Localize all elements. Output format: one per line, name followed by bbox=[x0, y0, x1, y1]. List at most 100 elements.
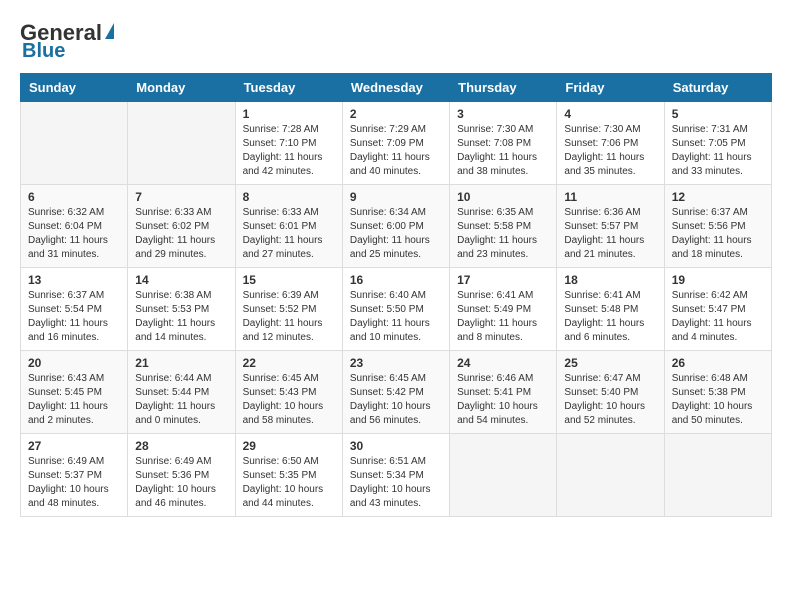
day-info: Sunrise: 7:30 AMSunset: 7:08 PMDaylight:… bbox=[457, 123, 549, 179]
weekday-header-row: SundayMondayTuesdayWednesdayThursdayFrid… bbox=[21, 74, 772, 102]
day-cell: 14 Sunrise: 6:38 AMSunset: 5:53 PMDaylig… bbox=[128, 268, 235, 351]
day-info: Sunrise: 6:34 AMSunset: 6:00 PMDaylight:… bbox=[350, 206, 442, 262]
day-cell: 27 Sunrise: 6:49 AMSunset: 5:37 PMDaylig… bbox=[21, 434, 128, 517]
day-cell: 20 Sunrise: 6:43 AMSunset: 5:45 PMDaylig… bbox=[21, 351, 128, 434]
day-info: Sunrise: 6:51 AMSunset: 5:34 PMDaylight:… bbox=[350, 455, 442, 511]
day-number: 14 bbox=[135, 273, 227, 287]
day-cell: 26 Sunrise: 6:48 AMSunset: 5:38 PMDaylig… bbox=[664, 351, 771, 434]
day-cell bbox=[557, 434, 664, 517]
day-number: 25 bbox=[564, 356, 656, 370]
day-number: 1 bbox=[243, 107, 335, 121]
day-number: 15 bbox=[243, 273, 335, 287]
day-info: Sunrise: 6:33 AMSunset: 6:02 PMDaylight:… bbox=[135, 206, 227, 262]
day-info: Sunrise: 6:49 AMSunset: 5:36 PMDaylight:… bbox=[135, 455, 227, 511]
day-number: 29 bbox=[243, 439, 335, 453]
day-number: 2 bbox=[350, 107, 442, 121]
day-info: Sunrise: 6:38 AMSunset: 5:53 PMDaylight:… bbox=[135, 289, 227, 345]
day-cell: 1 Sunrise: 7:28 AMSunset: 7:10 PMDayligh… bbox=[235, 102, 342, 185]
day-info: Sunrise: 7:31 AMSunset: 7:05 PMDaylight:… bbox=[672, 123, 764, 179]
day-info: Sunrise: 6:41 AMSunset: 5:48 PMDaylight:… bbox=[564, 289, 656, 345]
day-number: 26 bbox=[672, 356, 764, 370]
day-cell: 29 Sunrise: 6:50 AMSunset: 5:35 PMDaylig… bbox=[235, 434, 342, 517]
day-cell: 6 Sunrise: 6:32 AMSunset: 6:04 PMDayligh… bbox=[21, 185, 128, 268]
week-row-5: 27 Sunrise: 6:49 AMSunset: 5:37 PMDaylig… bbox=[21, 434, 772, 517]
day-info: Sunrise: 6:39 AMSunset: 5:52 PMDaylight:… bbox=[243, 289, 335, 345]
day-info: Sunrise: 6:45 AMSunset: 5:43 PMDaylight:… bbox=[243, 372, 335, 428]
day-info: Sunrise: 6:47 AMSunset: 5:40 PMDaylight:… bbox=[564, 372, 656, 428]
day-cell: 7 Sunrise: 6:33 AMSunset: 6:02 PMDayligh… bbox=[128, 185, 235, 268]
week-row-2: 6 Sunrise: 6:32 AMSunset: 6:04 PMDayligh… bbox=[21, 185, 772, 268]
day-cell: 11 Sunrise: 6:36 AMSunset: 5:57 PMDaylig… bbox=[557, 185, 664, 268]
day-number: 23 bbox=[350, 356, 442, 370]
day-number: 8 bbox=[243, 190, 335, 204]
day-number: 10 bbox=[457, 190, 549, 204]
week-row-3: 13 Sunrise: 6:37 AMSunset: 5:54 PMDaylig… bbox=[21, 268, 772, 351]
day-cell: 10 Sunrise: 6:35 AMSunset: 5:58 PMDaylig… bbox=[450, 185, 557, 268]
week-row-1: 1 Sunrise: 7:28 AMSunset: 7:10 PMDayligh… bbox=[21, 102, 772, 185]
day-cell: 22 Sunrise: 6:45 AMSunset: 5:43 PMDaylig… bbox=[235, 351, 342, 434]
day-cell bbox=[21, 102, 128, 185]
day-cell: 23 Sunrise: 6:45 AMSunset: 5:42 PMDaylig… bbox=[342, 351, 449, 434]
calendar-table: SundayMondayTuesdayWednesdayThursdayFrid… bbox=[20, 73, 772, 517]
day-info: Sunrise: 7:30 AMSunset: 7:06 PMDaylight:… bbox=[564, 123, 656, 179]
day-info: Sunrise: 6:41 AMSunset: 5:49 PMDaylight:… bbox=[457, 289, 549, 345]
day-cell: 4 Sunrise: 7:30 AMSunset: 7:06 PMDayligh… bbox=[557, 102, 664, 185]
weekday-header-tuesday: Tuesday bbox=[235, 74, 342, 102]
day-info: Sunrise: 6:50 AMSunset: 5:35 PMDaylight:… bbox=[243, 455, 335, 511]
day-info: Sunrise: 6:33 AMSunset: 6:01 PMDaylight:… bbox=[243, 206, 335, 262]
day-number: 13 bbox=[28, 273, 120, 287]
day-info: Sunrise: 6:42 AMSunset: 5:47 PMDaylight:… bbox=[672, 289, 764, 345]
day-number: 7 bbox=[135, 190, 227, 204]
day-cell: 19 Sunrise: 6:42 AMSunset: 5:47 PMDaylig… bbox=[664, 268, 771, 351]
day-cell: 21 Sunrise: 6:44 AMSunset: 5:44 PMDaylig… bbox=[128, 351, 235, 434]
day-info: Sunrise: 6:44 AMSunset: 5:44 PMDaylight:… bbox=[135, 372, 227, 428]
day-cell bbox=[128, 102, 235, 185]
day-number: 6 bbox=[28, 190, 120, 204]
day-number: 3 bbox=[457, 107, 549, 121]
day-number: 4 bbox=[564, 107, 656, 121]
day-info: Sunrise: 6:32 AMSunset: 6:04 PMDaylight:… bbox=[28, 206, 120, 262]
day-number: 30 bbox=[350, 439, 442, 453]
day-number: 28 bbox=[135, 439, 227, 453]
day-cell: 2 Sunrise: 7:29 AMSunset: 7:09 PMDayligh… bbox=[342, 102, 449, 185]
weekday-header-monday: Monday bbox=[128, 74, 235, 102]
day-number: 16 bbox=[350, 273, 442, 287]
day-cell: 24 Sunrise: 6:46 AMSunset: 5:41 PMDaylig… bbox=[450, 351, 557, 434]
day-number: 11 bbox=[564, 190, 656, 204]
day-info: Sunrise: 7:28 AMSunset: 7:10 PMDaylight:… bbox=[243, 123, 335, 179]
page-header: General Blue bbox=[20, 20, 772, 63]
logo-blue: Blue bbox=[22, 40, 65, 63]
day-number: 19 bbox=[672, 273, 764, 287]
day-number: 5 bbox=[672, 107, 764, 121]
day-number: 20 bbox=[28, 356, 120, 370]
day-cell: 3 Sunrise: 7:30 AMSunset: 7:08 PMDayligh… bbox=[450, 102, 557, 185]
day-info: Sunrise: 6:48 AMSunset: 5:38 PMDaylight:… bbox=[672, 372, 764, 428]
day-info: Sunrise: 6:35 AMSunset: 5:58 PMDaylight:… bbox=[457, 206, 549, 262]
logo: General Blue bbox=[20, 20, 114, 63]
weekday-header-sunday: Sunday bbox=[21, 74, 128, 102]
weekday-header-thursday: Thursday bbox=[450, 74, 557, 102]
day-info: Sunrise: 6:45 AMSunset: 5:42 PMDaylight:… bbox=[350, 372, 442, 428]
day-number: 18 bbox=[564, 273, 656, 287]
week-row-4: 20 Sunrise: 6:43 AMSunset: 5:45 PMDaylig… bbox=[21, 351, 772, 434]
day-cell: 30 Sunrise: 6:51 AMSunset: 5:34 PMDaylig… bbox=[342, 434, 449, 517]
day-cell: 17 Sunrise: 6:41 AMSunset: 5:49 PMDaylig… bbox=[450, 268, 557, 351]
weekday-header-wednesday: Wednesday bbox=[342, 74, 449, 102]
day-info: Sunrise: 6:43 AMSunset: 5:45 PMDaylight:… bbox=[28, 372, 120, 428]
day-number: 9 bbox=[350, 190, 442, 204]
day-cell bbox=[450, 434, 557, 517]
day-cell: 12 Sunrise: 6:37 AMSunset: 5:56 PMDaylig… bbox=[664, 185, 771, 268]
weekday-header-friday: Friday bbox=[557, 74, 664, 102]
day-cell: 13 Sunrise: 6:37 AMSunset: 5:54 PMDaylig… bbox=[21, 268, 128, 351]
day-info: Sunrise: 6:49 AMSunset: 5:37 PMDaylight:… bbox=[28, 455, 120, 511]
day-cell: 15 Sunrise: 6:39 AMSunset: 5:52 PMDaylig… bbox=[235, 268, 342, 351]
day-number: 22 bbox=[243, 356, 335, 370]
day-cell bbox=[664, 434, 771, 517]
day-info: Sunrise: 7:29 AMSunset: 7:09 PMDaylight:… bbox=[350, 123, 442, 179]
day-cell: 5 Sunrise: 7:31 AMSunset: 7:05 PMDayligh… bbox=[664, 102, 771, 185]
day-number: 17 bbox=[457, 273, 549, 287]
day-cell: 18 Sunrise: 6:41 AMSunset: 5:48 PMDaylig… bbox=[557, 268, 664, 351]
day-number: 27 bbox=[28, 439, 120, 453]
day-cell: 16 Sunrise: 6:40 AMSunset: 5:50 PMDaylig… bbox=[342, 268, 449, 351]
day-info: Sunrise: 6:46 AMSunset: 5:41 PMDaylight:… bbox=[457, 372, 549, 428]
